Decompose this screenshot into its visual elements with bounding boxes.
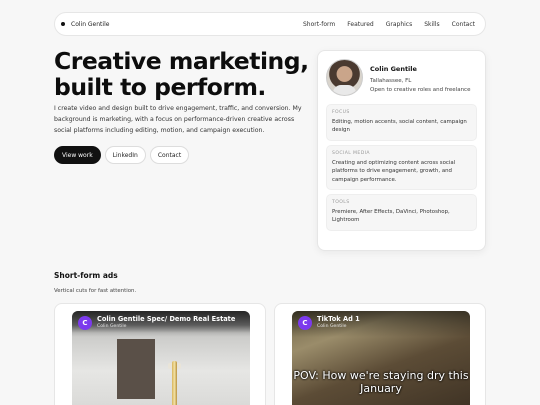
- social-media-section: SOCIAL MEDIA Creating and optimizing con…: [326, 144, 477, 191]
- video-header: C TikTok Ad 1 Colin Gentile: [292, 311, 470, 337]
- channel-logo[interactable]: C: [78, 316, 92, 330]
- brand-name: Colin Gentile: [71, 20, 110, 28]
- contact-button[interactable]: Contact: [149, 146, 190, 164]
- social-media-text: Creating and optimizing content across s…: [332, 159, 456, 183]
- focus-text: Editing, motion accents, social content,…: [332, 119, 467, 134]
- channel-logo[interactable]: C: [298, 316, 312, 330]
- nav-link-short-form[interactable]: Short-form: [303, 21, 335, 28]
- nav-link-graphics[interactable]: Graphics: [386, 21, 413, 28]
- profile-name: Colin Gentile: [370, 65, 417, 73]
- profile-location: Tallahassee, FL: [370, 78, 412, 84]
- nav-link-skills[interactable]: Skills: [424, 21, 439, 28]
- video-frame-lamp: [172, 361, 177, 405]
- top-nav: Colin Gentile Short-form Featured Graphi…: [54, 12, 486, 36]
- focus-section: FOCUS Editing, motion accents, social co…: [326, 104, 477, 141]
- hero-title: Creative marketing, built to perform.: [54, 48, 314, 100]
- video-channel: Colin Gentile: [97, 324, 127, 329]
- brand-dot-icon: [61, 22, 65, 26]
- nav-link-featured[interactable]: Featured: [347, 21, 373, 28]
- linkedin-button[interactable]: LinkedIn: [104, 146, 146, 164]
- tools-label: TOOLS: [332, 200, 350, 206]
- video-title[interactable]: Colin Gentile Spec/ Demo Real Estate: [97, 316, 235, 323]
- hero-title-line1: Creative marketing,: [54, 47, 309, 75]
- hero-description: I create video and design built to drive…: [54, 105, 302, 134]
- avatar: [326, 59, 363, 96]
- video-player[interactable]: C Colin Gentile Spec/ Demo Real Estate C…: [72, 311, 250, 405]
- hero-title-line2: built to perform.: [54, 73, 266, 101]
- video-caption: POV: How we're staying dry this January: [293, 369, 469, 395]
- profile-card: Colin Gentile Tallahassee, FL Open to cr…: [317, 50, 486, 251]
- profile-header: Colin Gentile Tallahassee, FL Open to cr…: [326, 59, 477, 96]
- profile-status: Open to creative roles and freelance: [370, 87, 471, 93]
- nav-link-contact[interactable]: Contact: [452, 21, 475, 28]
- brand[interactable]: Colin Gentile: [61, 21, 109, 28]
- video-channel: Colin Gentile: [317, 324, 347, 329]
- shortform-title: Short-form ads: [54, 271, 118, 280]
- tools-section: TOOLS Premiere, After Effects, DaVinci, …: [326, 194, 477, 231]
- hero-buttons: View work LinkedIn Contact: [54, 146, 190, 164]
- social-media-label: SOCIAL MEDIA: [332, 150, 370, 156]
- video-card: C Colin Gentile Spec/ Demo Real Estate C…: [54, 303, 266, 405]
- video-card: C TikTok Ad 1 Colin Gentile POV: How we'…: [274, 303, 486, 405]
- video-title[interactable]: TikTok Ad 1: [317, 316, 360, 323]
- view-work-button[interactable]: View work: [54, 146, 101, 164]
- video-frame-door: [117, 339, 155, 399]
- video-player[interactable]: C TikTok Ad 1 Colin Gentile POV: How we'…: [292, 311, 470, 405]
- focus-label: FOCUS: [332, 110, 350, 115]
- nav-links: Short-form Featured Graphics Skills Cont…: [303, 21, 475, 28]
- video-header: C Colin Gentile Spec/ Demo Real Estate C…: [72, 311, 250, 337]
- tools-text: Premiere, After Effects, DaVinci, Photos…: [332, 209, 450, 224]
- shortform-subtitle: Vertical cuts for fast attention.: [54, 288, 137, 294]
